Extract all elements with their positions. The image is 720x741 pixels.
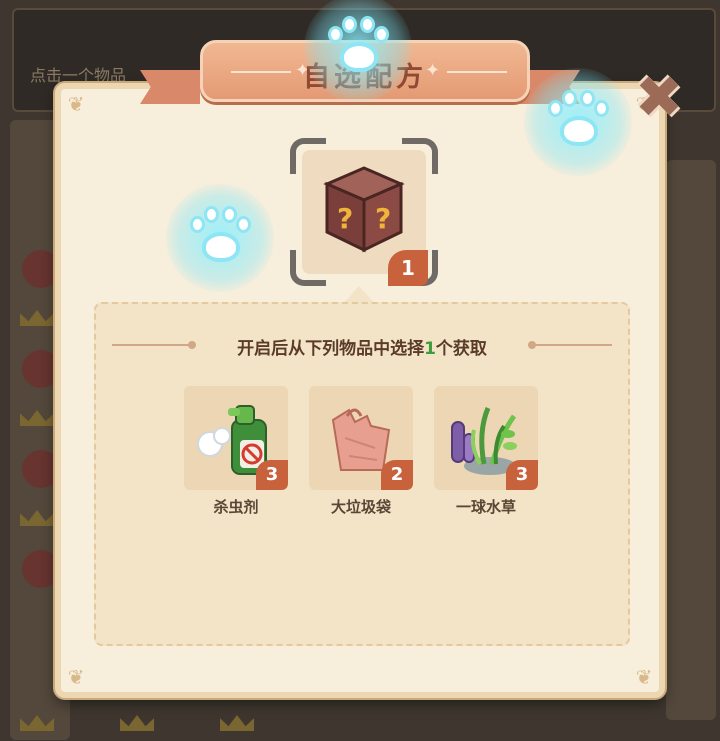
frame-corner: [402, 138, 438, 174]
instruction-count: 1: [424, 339, 436, 359]
divider-right: [528, 341, 612, 349]
reward-item-water-plant[interactable]: 3 一球水草: [434, 386, 542, 517]
frame-corner: [290, 138, 326, 174]
svg-text:?: ?: [337, 202, 353, 235]
item-name: 杀虫剂: [213, 498, 259, 516]
item-count-badge: 3: [506, 460, 538, 490]
background-right-shelf: [666, 160, 716, 720]
item-count-badge: 3: [256, 460, 288, 490]
paw-glow-icon: [166, 184, 274, 292]
close-button[interactable]: ✖: [628, 66, 690, 128]
item-tile[interactable]: 2: [309, 386, 413, 490]
corner-ornament-icon: ❦: [67, 92, 85, 116]
reward-item-garbage-bag[interactable]: 2 大垃圾袋: [309, 386, 417, 517]
item-tile[interactable]: 3: [434, 386, 538, 490]
box-count-badge: 1: [388, 250, 428, 286]
svg-text:?: ?: [375, 202, 391, 235]
paw-glow-icon: [524, 68, 632, 176]
frame-corner: [290, 250, 326, 286]
background-crown-icon: [220, 715, 254, 731]
instruction-suffix: 个获取: [435, 339, 487, 359]
instruction-text: 开启后从下列物品中选择1个获取: [96, 334, 628, 359]
instruction-prefix: 开启后从下列物品中选择: [237, 339, 425, 359]
paw-glow-icon: [304, 0, 412, 102]
corner-ornament-icon: ❦: [635, 665, 653, 689]
ribbon-line: [447, 71, 507, 73]
mystery-box-icon: ? ?: [323, 166, 405, 253]
corner-ornament-icon: ❦: [67, 665, 85, 689]
item-name: 一球水草: [455, 498, 516, 516]
background-crown-icon: [120, 715, 154, 731]
mystery-box-slot[interactable]: ? ? 1: [290, 138, 438, 286]
item-tile[interactable]: 3: [184, 386, 288, 490]
item-name: 大垃圾袋: [330, 498, 391, 516]
selection-area: 开启后从下列物品中选择1个获取 3 杀虫剂 2 大垃圾袋 3 一球水草: [94, 302, 630, 646]
reward-item-insecticide[interactable]: 3 杀虫剂: [184, 386, 292, 517]
item-count-badge: 2: [381, 460, 413, 490]
sparkle-icon: ✦: [425, 60, 441, 81]
